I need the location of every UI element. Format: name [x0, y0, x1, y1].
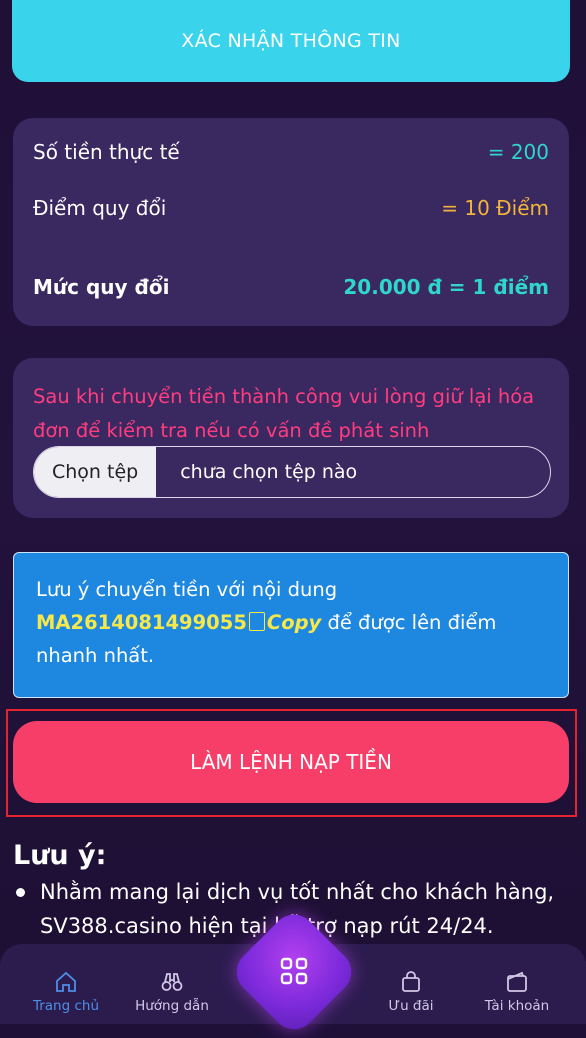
transfer-code: MA2614081499055 [36, 611, 247, 634]
shopping-bag-icon [402, 971, 420, 992]
grid-icon[interactable] [279, 956, 309, 986]
wallet-icon [507, 971, 527, 992]
rate-row: Mức quy đổi 20.000 đ = 1 điểm [33, 275, 549, 299]
actual-amount-label: Số tiền thực tế [33, 140, 180, 164]
points-label: Điểm quy đổi [33, 196, 167, 220]
tab-home-label: Trang chủ [32, 998, 100, 1014]
tab-guide-label: Hướng dẫn [135, 998, 209, 1014]
tab-account[interactable]: Tài khoản [467, 944, 567, 1024]
upload-card: Sau khi chuyển tiền thành công vui lòng … [13, 358, 569, 518]
rate-value: 20.000 đ = 1 điểm [343, 275, 549, 299]
rate-label: Mức quy đổi [33, 275, 170, 299]
copy-button[interactable]: Copy [267, 611, 321, 634]
file-status: chưa chọn tệp nào [180, 461, 358, 483]
choose-file-button[interactable]: Chọn tệp [34, 447, 157, 497]
summary-card: Số tiền thực tế = 200 Điểm quy đổi = 10 … [13, 118, 569, 326]
tab-home[interactable]: Trang chủ [16, 944, 116, 1024]
notice-prefix: Lưu ý chuyển tiền với nội dung [36, 578, 338, 601]
deposit-button[interactable]: LÀM LỆNH NẠP TIỀN [13, 721, 569, 803]
points-row: Điểm quy đổi = 10 Điểm [33, 196, 549, 220]
points-value: = 10 Điểm [441, 196, 549, 220]
upload-note: Sau khi chuyển tiền thành công vui lòng … [33, 385, 535, 442]
notes-title: Lưu ý: [13, 840, 107, 871]
tab-offers-label: Ưu đãi [388, 998, 434, 1014]
binoculars-icon [161, 973, 183, 991]
tab-offers[interactable]: Ưu đãi [361, 944, 461, 1024]
file-picker[interactable]: Chọn tệp chưa chọn tệp nào [33, 446, 551, 498]
actual-amount-value: = 200 [487, 140, 549, 164]
copy-icon[interactable] [248, 612, 265, 631]
transfer-notice: Lưu ý chuyển tiền với nội dung MA2614081… [13, 552, 569, 698]
tab-account-label: Tài khoản [484, 998, 550, 1014]
actual-amount-row: Số tiền thực tế = 200 [33, 140, 549, 164]
confirm-info-button[interactable]: XÁC NHẬN THÔNG TIN [12, 0, 570, 82]
home-icon [56, 971, 76, 992]
tab-guide[interactable]: Hướng dẫn [122, 944, 222, 1024]
